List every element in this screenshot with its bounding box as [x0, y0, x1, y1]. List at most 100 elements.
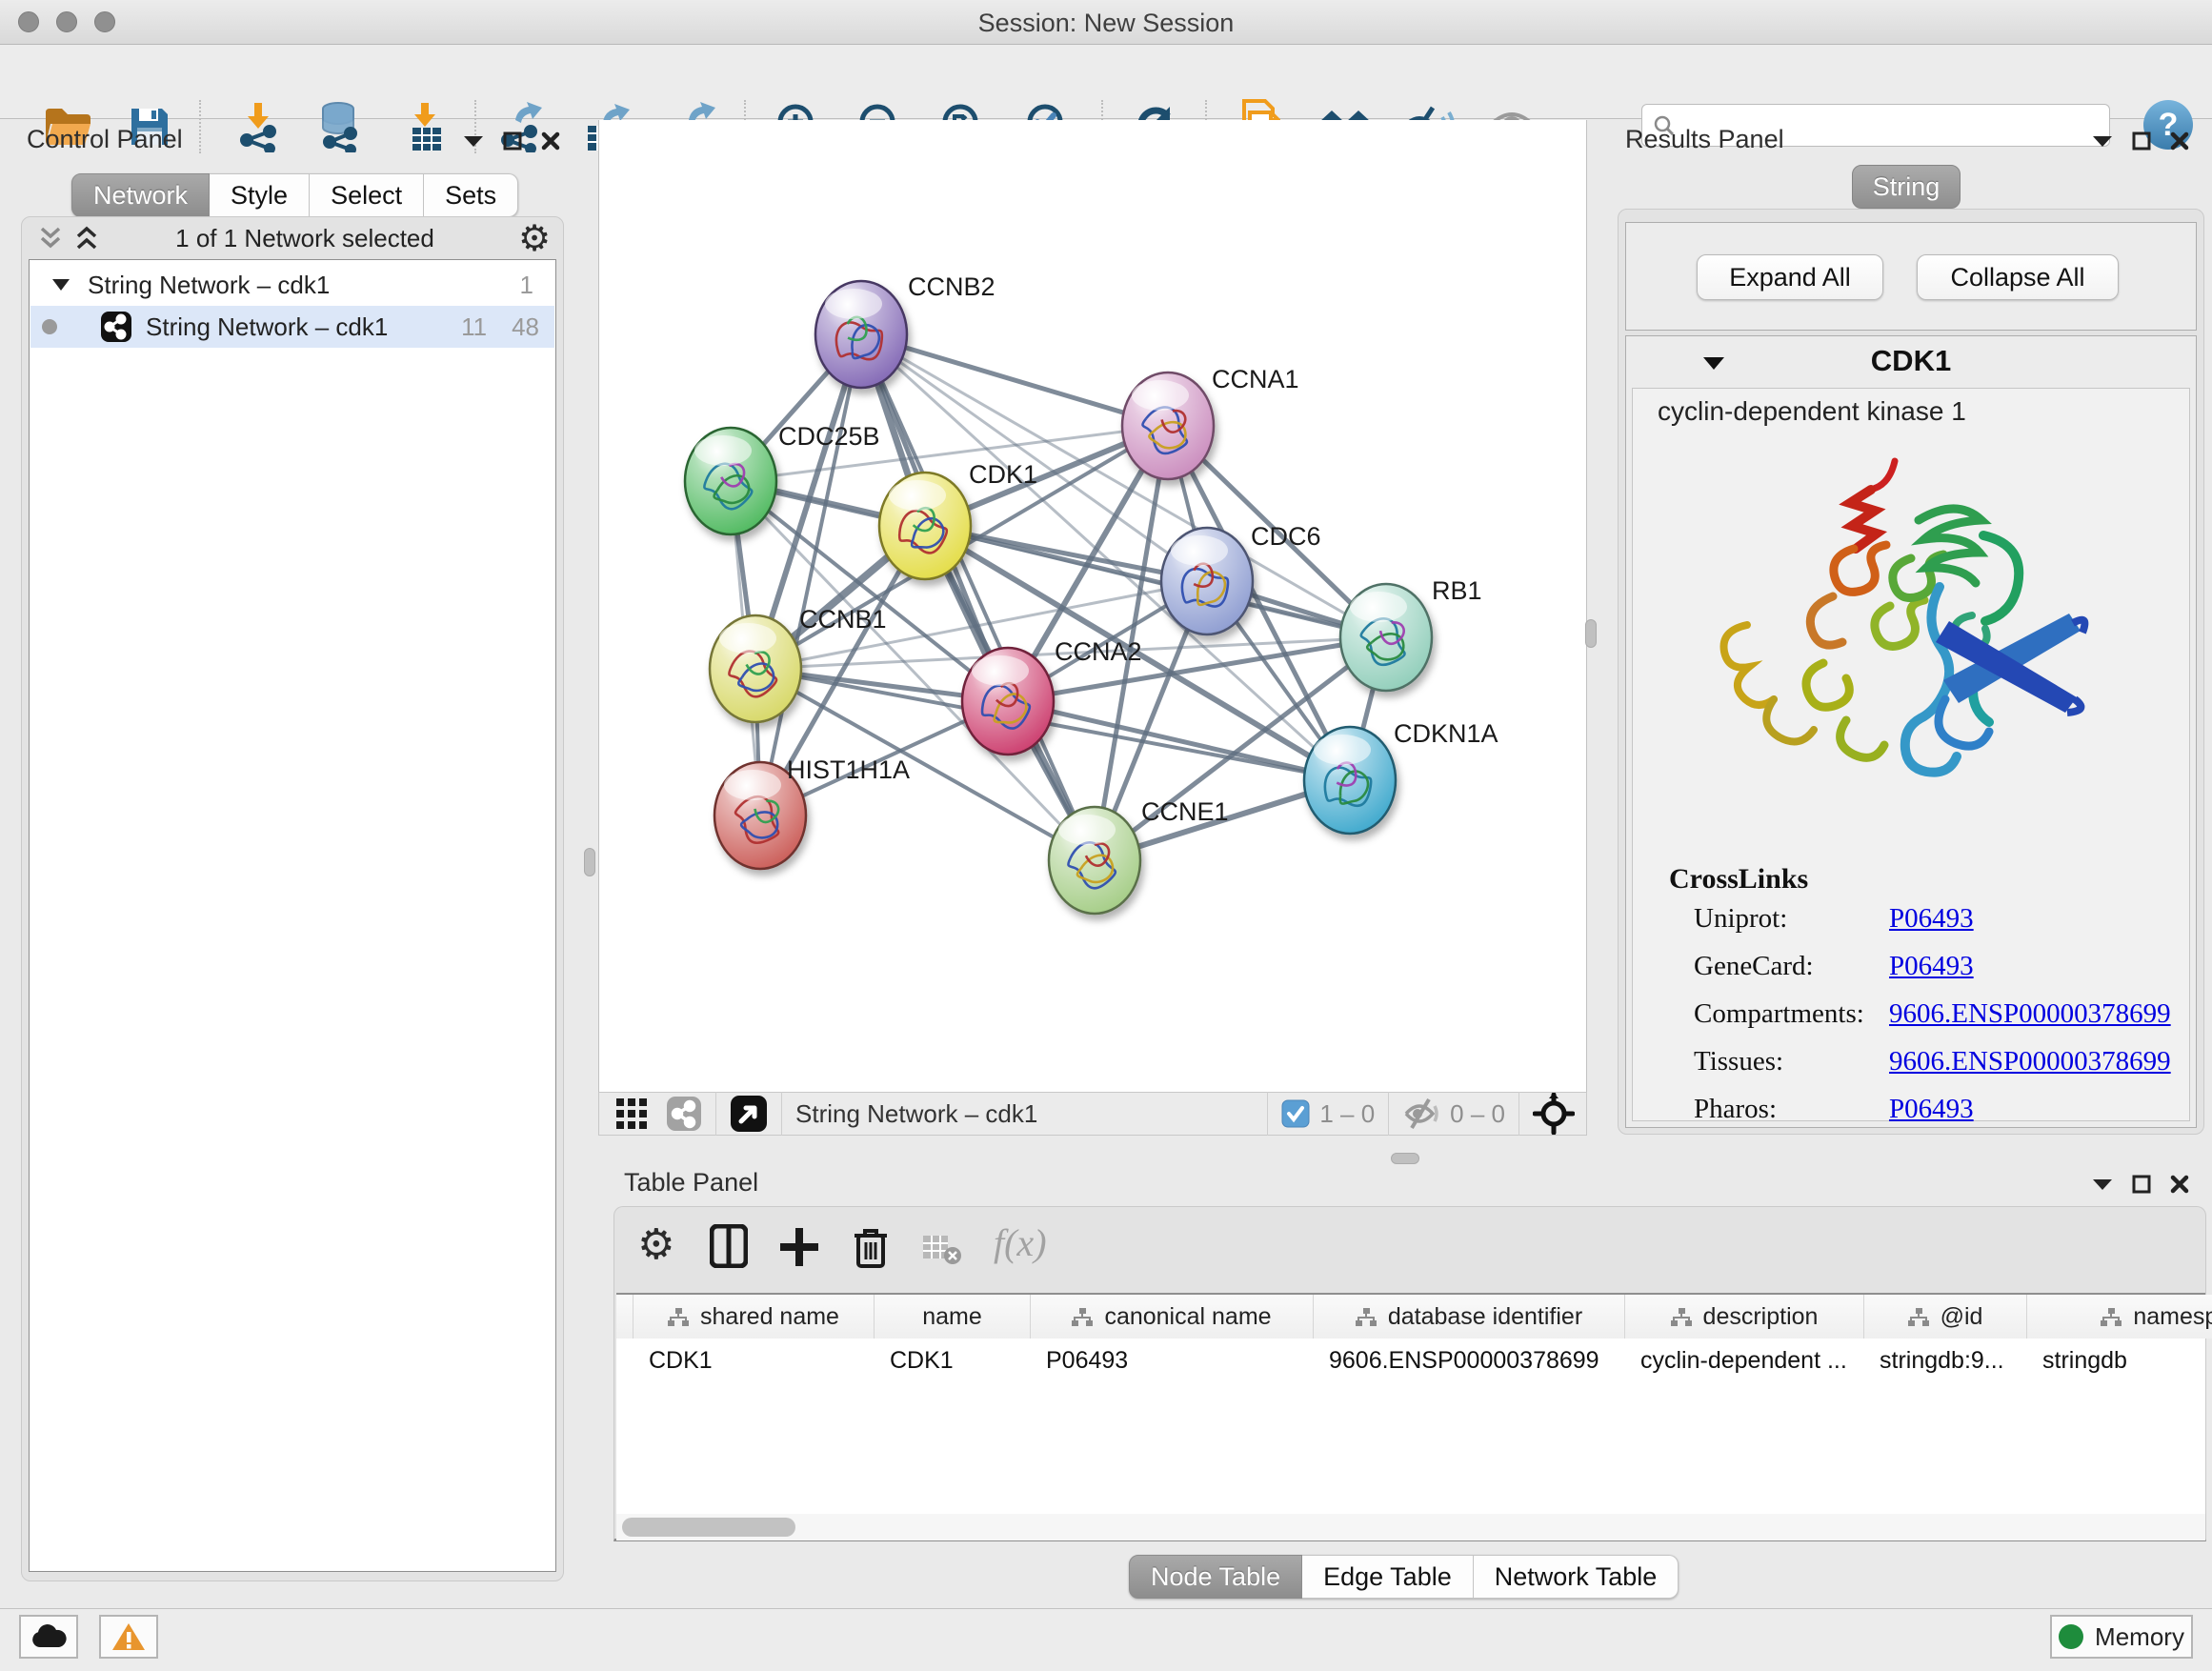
tree-expand-icon[interactable] [51, 278, 70, 292]
table-cell[interactable]: stringdb:9... [1864, 1340, 2027, 1380]
collapse-all-icon[interactable] [36, 225, 65, 256]
main-toolbar: ? [0, 45, 2212, 119]
delete-column-trash-icon[interactable] [853, 1224, 889, 1268]
warning-status-button[interactable] [99, 1615, 158, 1659]
navigate-crosshair-icon[interactable] [1533, 1093, 1575, 1135]
crosslink-row: Uniprot:P06493 [1694, 903, 2180, 935]
close-panel-icon[interactable] [2170, 131, 2189, 151]
network-row-selected[interactable]: String Network – cdk1 11 48 [30, 306, 554, 348]
crosslink-value-link[interactable]: P06493 [1889, 903, 1974, 935]
expand-all-icon[interactable] [72, 225, 101, 256]
hidden-eye-icon[interactable] [1402, 1097, 1442, 1130]
right-splitter-grip[interactable] [1585, 619, 1597, 648]
network-edge-CCNA2-CDKN1A[interactable] [1008, 701, 1350, 780]
grid-view-icon[interactable] [614, 1097, 649, 1131]
bottom-splitter-grip[interactable] [1391, 1153, 1419, 1164]
tab-node-table[interactable]: Node Table [1129, 1555, 1302, 1599]
h-scrollbar-thumb[interactable] [622, 1518, 795, 1537]
network-collection-row[interactable]: String Network – cdk1 1 [30, 264, 554, 306]
column-header-name[interactable]: name [875, 1295, 1031, 1339]
close-panel-icon[interactable] [2170, 1175, 2189, 1194]
open-in-window-icon[interactable] [730, 1095, 768, 1133]
table-panel-title: Table Panel [624, 1168, 758, 1198]
float-panel-icon[interactable] [503, 131, 522, 151]
cloud-status-button[interactable] [19, 1615, 78, 1659]
crosslink-value-link[interactable]: 9606.ENSP00000378699 [1889, 1046, 2171, 1077]
network-node-CDC25B[interactable] [685, 428, 776, 534]
table-cell[interactable]: 9606.ENSP00000378699 [1314, 1340, 1625, 1380]
tab-edge-table[interactable]: Edge Table [1302, 1555, 1474, 1599]
h-scrollbar-track[interactable] [616, 1514, 2205, 1540]
tab-sets[interactable]: Sets [424, 173, 518, 217]
network-node-CCNA2[interactable] [962, 648, 1054, 755]
panel-menu-icon[interactable] [2092, 1178, 2113, 1191]
float-panel-icon[interactable] [2132, 131, 2151, 151]
column-header-description[interactable]: description [1625, 1295, 1864, 1339]
memory-button[interactable]: Memory [2050, 1615, 2193, 1659]
memory-label: Memory [2095, 1622, 2184, 1652]
selected-checkbox-icon[interactable] [1281, 1099, 1310, 1128]
collapse-all-button[interactable]: Collapse All [1917, 254, 2119, 300]
panel-menu-icon[interactable] [463, 134, 484, 148]
tab-select[interactable]: Select [310, 173, 424, 217]
network-node-CDK1[interactable] [879, 473, 971, 579]
table-cell[interactable]: CDK1 [633, 1340, 875, 1380]
birdseye-view-icon[interactable] [666, 1096, 702, 1132]
delete-table-icon[interactable] [921, 1232, 963, 1266]
table-cell[interactable]: P06493 [1031, 1340, 1314, 1380]
column-header-database-identifier[interactable]: database identifier [1314, 1295, 1625, 1339]
panel-menu-icon[interactable] [2092, 134, 2113, 148]
import-network-icon[interactable] [230, 98, 287, 155]
network-node-CCNB2[interactable] [815, 281, 907, 388]
network-row-label: String Network – cdk1 [146, 312, 388, 342]
cloud-icon [30, 1624, 67, 1649]
entry-description: cyclin-dependent kinase 1 [1658, 396, 1966, 427]
network-options-gear-icon[interactable]: ⚙ [518, 217, 551, 259]
tab-string[interactable]: String [1852, 165, 1961, 209]
expand-all-button[interactable]: Expand All [1697, 254, 1883, 300]
close-panel-icon[interactable] [541, 131, 560, 151]
import-database-icon[interactable] [310, 98, 367, 155]
left-splitter-grip[interactable] [584, 848, 595, 876]
node-label-CDKN1A: CDKN1A [1394, 719, 1498, 748]
tab-network[interactable]: Network [71, 173, 210, 217]
control-panel-title: Control Panel [27, 125, 183, 154]
warning-icon [111, 1621, 146, 1652]
toolbar-separator [1267, 1092, 1268, 1136]
column-header-canonical-name[interactable]: canonical name [1031, 1295, 1314, 1339]
network-status-dot [42, 319, 57, 334]
selected-counter: 1 – 0 [1319, 1099, 1375, 1129]
network-edge-CCNB2-CCNA1[interactable] [861, 334, 1168, 426]
network-node-CCNE1[interactable] [1049, 807, 1140, 914]
network-canvas[interactable]: CCNB2CCNA1CDC25BCDK1CDC6RB1CCNB1CCNA2CDK… [598, 120, 1587, 1092]
network-node-CCNB1[interactable] [710, 615, 801, 722]
table-type-tabs: Node TableEdge TableNetwork Table [1129, 1555, 1679, 1599]
toolbar-separator [781, 1092, 782, 1136]
network-node-CDC6[interactable] [1161, 528, 1253, 634]
application-window: Session: New Session [0, 0, 2212, 1671]
table-options-gear-icon[interactable]: ⚙ [637, 1220, 674, 1269]
table-cell[interactable]: CDK1 [875, 1340, 1031, 1380]
network-node-CDKN1A[interactable] [1304, 727, 1396, 834]
add-column-icon[interactable] [778, 1226, 820, 1268]
float-panel-icon[interactable] [2132, 1175, 2151, 1194]
crosslink-value-link[interactable]: P06493 [1889, 1094, 1974, 1125]
column-header--id[interactable]: @id [1864, 1295, 2027, 1339]
crosslink-value-link[interactable]: 9606.ENSP00000378699 [1889, 998, 2171, 1030]
node-table: shared namenamecanonical namedatabase id… [616, 1293, 2205, 1539]
apply-function-icon[interactable]: f(x) [994, 1220, 1047, 1265]
network-node-CCNA1[interactable] [1122, 372, 1214, 479]
crosslink-label: Tissues: [1694, 1046, 1889, 1077]
table-cell[interactable]: cyclin-dependent ... [1625, 1340, 1864, 1380]
tab-style[interactable]: Style [210, 173, 310, 217]
column-header-namespace[interactable]: namespace [2027, 1295, 2212, 1339]
column-header-shared-name[interactable]: shared name [633, 1295, 875, 1339]
show-columns-icon[interactable] [710, 1224, 748, 1268]
table-cell[interactable]: stringdb [2027, 1340, 2212, 1380]
node-label-CCNA1: CCNA1 [1212, 365, 1299, 393]
crosslink-value-link[interactable]: P06493 [1889, 951, 1974, 982]
tab-network-table[interactable]: Network Table [1474, 1555, 1679, 1599]
import-table-icon[interactable] [396, 98, 453, 155]
network-node-RB1[interactable] [1340, 584, 1432, 691]
crosslinks-title: CrossLinks [1669, 863, 1808, 896]
